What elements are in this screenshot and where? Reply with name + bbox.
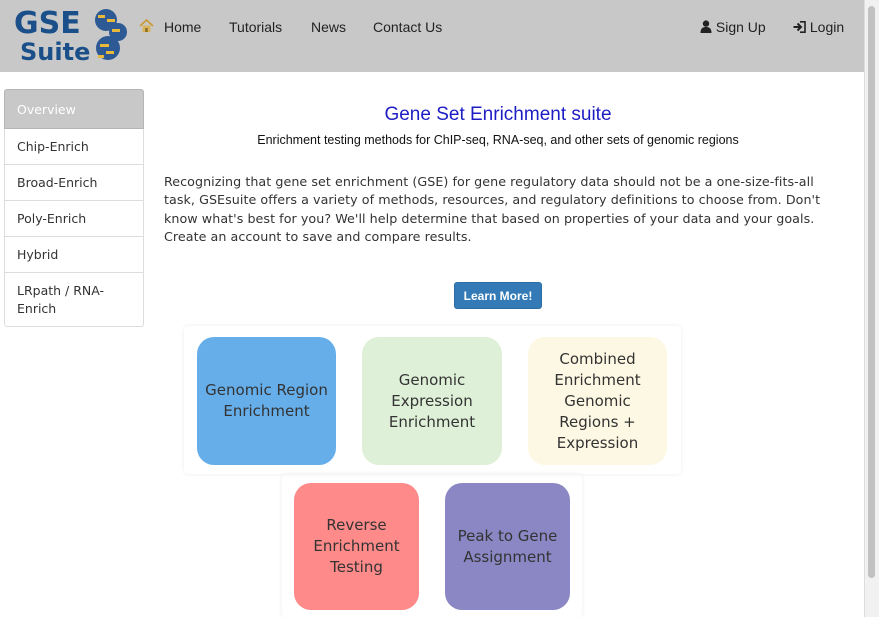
user-icon [700,20,712,33]
nav-home-link[interactable]: Home [164,19,201,35]
tile-peak-to-gene-assignment[interactable]: Peak to Gene Assignment [445,483,570,610]
login-link[interactable]: Login [793,19,844,35]
nav-tutorials-link[interactable]: Tutorials [229,19,282,35]
sign-up-link[interactable]: Sign Up [700,19,766,35]
sidebar-item-hybrid[interactable]: Hybrid [4,237,144,273]
sidebar-item-overview[interactable]: Overview [4,89,144,129]
sidebar-item-label: Hybrid [17,247,59,262]
learn-more-button[interactable]: Learn More! [454,282,542,309]
nav-contact-link[interactable]: Contact Us [373,19,442,35]
logo-text-suite: Suite [20,38,91,66]
login-icon [793,21,806,33]
tile-genomic-region-enrichment[interactable]: Genomic Region Enrichment [197,337,336,465]
logo-network-icon [95,9,127,60]
page-title: Gene Set Enrichment suite [384,104,612,125]
nav-news-link[interactable]: News [311,19,346,35]
sidebar-item-label: Chip-Enrich [17,139,89,154]
top-navbar: GSE Suite Home Tutorials News Contact Us… [0,0,864,72]
logo-text-gse: GSE [14,6,81,41]
sidebar-item-broad-enrich[interactable]: Broad-Enrich [4,165,144,201]
sidebar-nav: Overview Chip-Enrich Broad-Enrich Poly-E… [4,89,144,327]
sidebar-item-label: Overview [17,101,76,117]
sidebar-item-label: LRpath / RNA-Enrich [17,282,105,316]
sidebar-item-label: Broad-Enrich [17,175,98,190]
tile-combined-enrichment[interactable]: Combined Enrichment Genomic Regions + Ex… [528,337,667,465]
gsesuite-logo[interactable]: GSE Suite [12,6,132,68]
sign-up-label: Sign Up [715,19,766,35]
tile-reverse-enrichment-testing[interactable]: Reverse Enrichment Testing [294,483,419,610]
sidebar-item-chip-enrich[interactable]: Chip-Enrich [4,129,144,165]
home-icon[interactable] [139,19,154,33]
sidebar-item-poly-enrich[interactable]: Poly-Enrich [4,201,144,237]
scrollbar-thumb[interactable] [868,6,875,578]
login-label: Login [809,19,845,35]
sidebar-item-label: Poly-Enrich [17,211,87,226]
sidebar-item-lrpath[interactable]: LRpath / RNA-Enrich [4,273,144,327]
tile-genomic-expression-enrichment[interactable]: Genomic Expression Enrichment [362,337,502,465]
page-subtitle: Enrichment testing methods for ChIP-seq,… [257,133,739,147]
intro-paragraph: Recognizing that gene set enrichment (GS… [164,174,821,244]
